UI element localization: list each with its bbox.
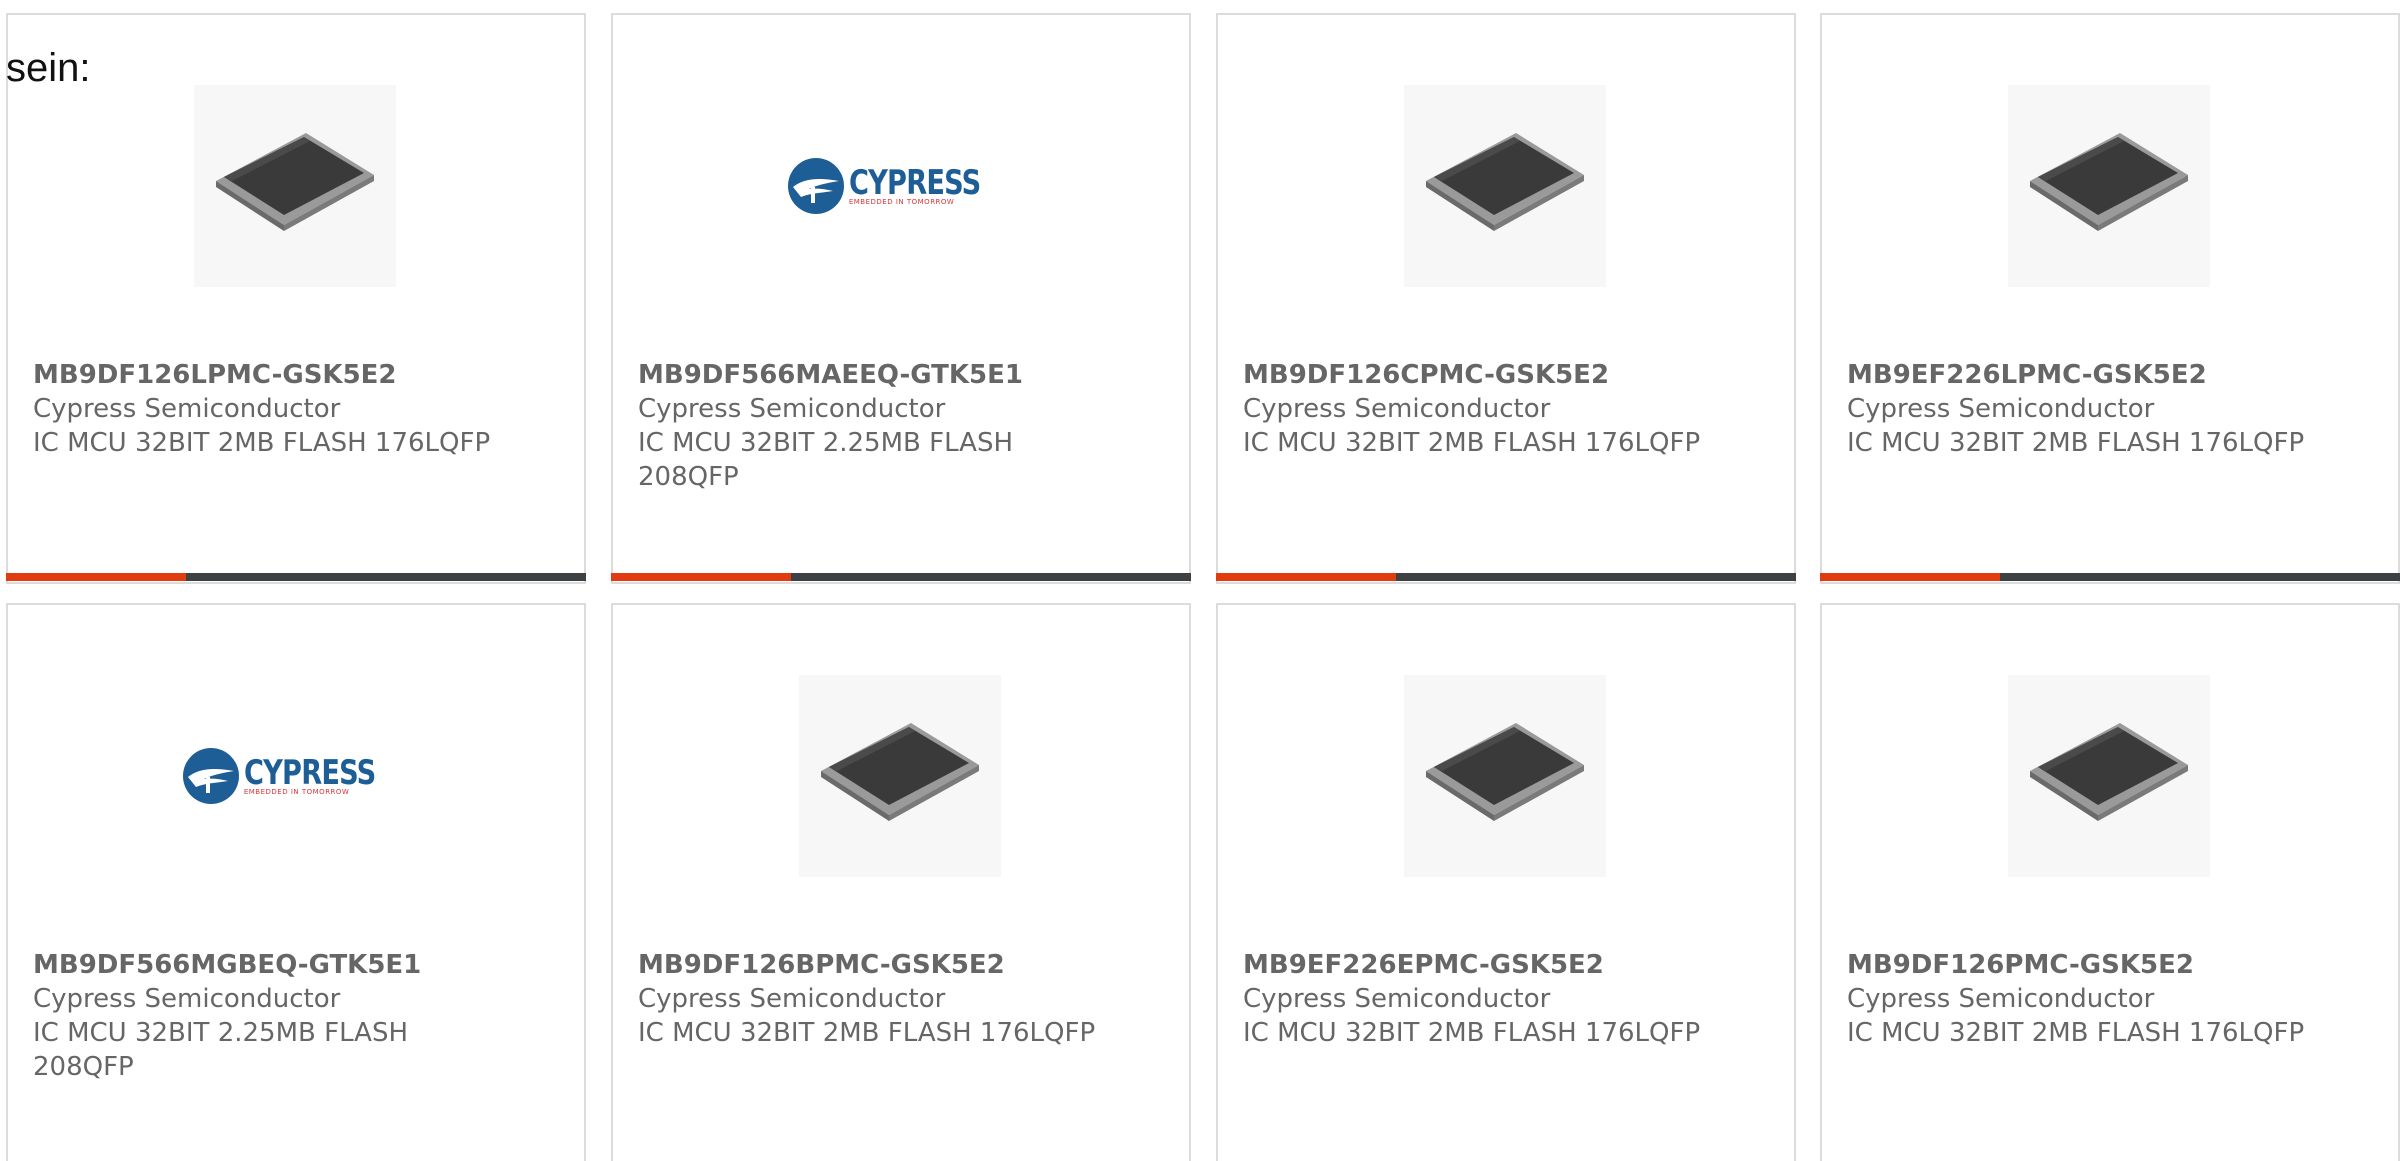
product-image[interactable]	[2008, 675, 2210, 877]
product-image[interactable]	[1404, 675, 1606, 877]
part-number[interactable]: MB9DF126LPMC-GSK5E2	[33, 358, 397, 392]
manufacturer: Cypress Semiconductor	[33, 984, 341, 1014]
part-number[interactable]: MB9DF126BPMC-GSK5E2	[638, 948, 1005, 982]
product-card[interactable]: CYPRESS EMBEDDED IN TOMORROW MB9DF566MGB…	[6, 603, 586, 1161]
page: MB9DF126LPMC-GSK5E2 Cypress Semiconducto…	[0, 0, 2407, 1161]
cypress-logo: CYPRESS EMBEDDED IN TOMORROW	[787, 157, 1013, 215]
product-image[interactable]: CYPRESS EMBEDDED IN TOMORROW	[182, 675, 396, 877]
chip-icon	[1420, 719, 1590, 833]
product-card[interactable]: MB9DF126PMC-GSK5E2 Cypress Semiconductor…	[1820, 603, 2400, 1161]
chip-icon	[2024, 719, 2194, 833]
manufacturer: Cypress Semiconductor	[1243, 394, 1551, 424]
product-card[interactable]: MB9EF226LPMC-GSK5E2 Cypress Semiconducto…	[1820, 13, 2400, 584]
progress-bar	[1820, 573, 2400, 581]
progress-fill	[611, 573, 791, 581]
product-grid: MB9DF126LPMC-GSK5E2 Cypress Semiconducto…	[6, 13, 2400, 1161]
description: IC MCU 32BIT 2MB FLASH 176LQFP	[33, 428, 491, 458]
part-number[interactable]: MB9EF226LPMC-GSK5E2	[1847, 358, 2207, 392]
manufacturer: Cypress Semiconductor	[638, 394, 946, 424]
part-number[interactable]: MB9DF126CPMC-GSK5E2	[1243, 358, 1609, 392]
progress-bar	[6, 573, 586, 581]
manufacturer: Cypress Semiconductor	[1847, 394, 2155, 424]
progress-bar	[1216, 573, 1796, 581]
description: IC MCU 32BIT 2.25MB FLASH 208QFP	[33, 1018, 409, 1082]
part-number[interactable]: MB9DF126PMC-GSK5E2	[1847, 948, 2194, 982]
description: IC MCU 32BIT 2MB FLASH 176LQFP	[1847, 1018, 2305, 1048]
cypress-tree-icon	[182, 748, 239, 804]
cypress-logo: CYPRESS EMBEDDED IN TOMORROW	[182, 747, 408, 805]
intro-text: sein:	[6, 46, 91, 90]
chip-icon	[2024, 129, 2194, 243]
chip-icon	[815, 719, 985, 833]
cypress-tree-icon	[787, 158, 844, 214]
product-card[interactable]: MB9DF126CPMC-GSK5E2 Cypress Semiconducto…	[1216, 13, 1796, 584]
manufacturer: Cypress Semiconductor	[1243, 984, 1551, 1014]
manufacturer: Cypress Semiconductor	[33, 394, 341, 424]
logo-name: CYPRESS	[243, 753, 376, 793]
progress-fill	[1216, 573, 1396, 581]
product-card[interactable]: MB9DF126LPMC-GSK5E2 Cypress Semiconducto…	[6, 13, 586, 584]
manufacturer: Cypress Semiconductor	[1847, 984, 2155, 1014]
description: IC MCU 32BIT 2MB FLASH 176LQFP	[1847, 428, 2305, 458]
product-image[interactable]	[1404, 85, 1606, 287]
progress-fill	[1820, 573, 2000, 581]
description: IC MCU 32BIT 2MB FLASH 176LQFP	[1243, 1018, 1701, 1048]
product-image[interactable]	[799, 675, 1001, 877]
product-image[interactable]	[2008, 85, 2210, 287]
manufacturer: Cypress Semiconductor	[638, 984, 946, 1014]
product-card[interactable]: MB9EF226EPMC-GSK5E2 Cypress Semiconducto…	[1216, 603, 1796, 1161]
chip-icon	[1420, 129, 1590, 243]
progress-fill	[6, 573, 186, 581]
description: IC MCU 32BIT 2.25MB FLASH 208QFP	[638, 428, 1014, 492]
part-number[interactable]: MB9DF566MAEEQ-GTK5E1	[638, 358, 1023, 392]
logo-name: CYPRESS	[848, 163, 981, 203]
part-number[interactable]: MB9EF226EPMC-GSK5E2	[1243, 948, 1604, 982]
progress-bar	[611, 573, 1191, 581]
product-card[interactable]: CYPRESS EMBEDDED IN TOMORROW MB9DF566MAE…	[611, 13, 1191, 584]
product-image[interactable]	[194, 85, 396, 287]
product-image[interactable]: CYPRESS EMBEDDED IN TOMORROW	[787, 85, 1001, 287]
description: IC MCU 32BIT 2MB FLASH 176LQFP	[638, 1018, 1096, 1048]
chip-icon	[210, 129, 380, 243]
part-number[interactable]: MB9DF566MGBEQ-GTK5E1	[33, 948, 421, 982]
product-card[interactable]: MB9DF126BPMC-GSK5E2 Cypress Semiconducto…	[611, 603, 1191, 1161]
description: IC MCU 32BIT 2MB FLASH 176LQFP	[1243, 428, 1701, 458]
